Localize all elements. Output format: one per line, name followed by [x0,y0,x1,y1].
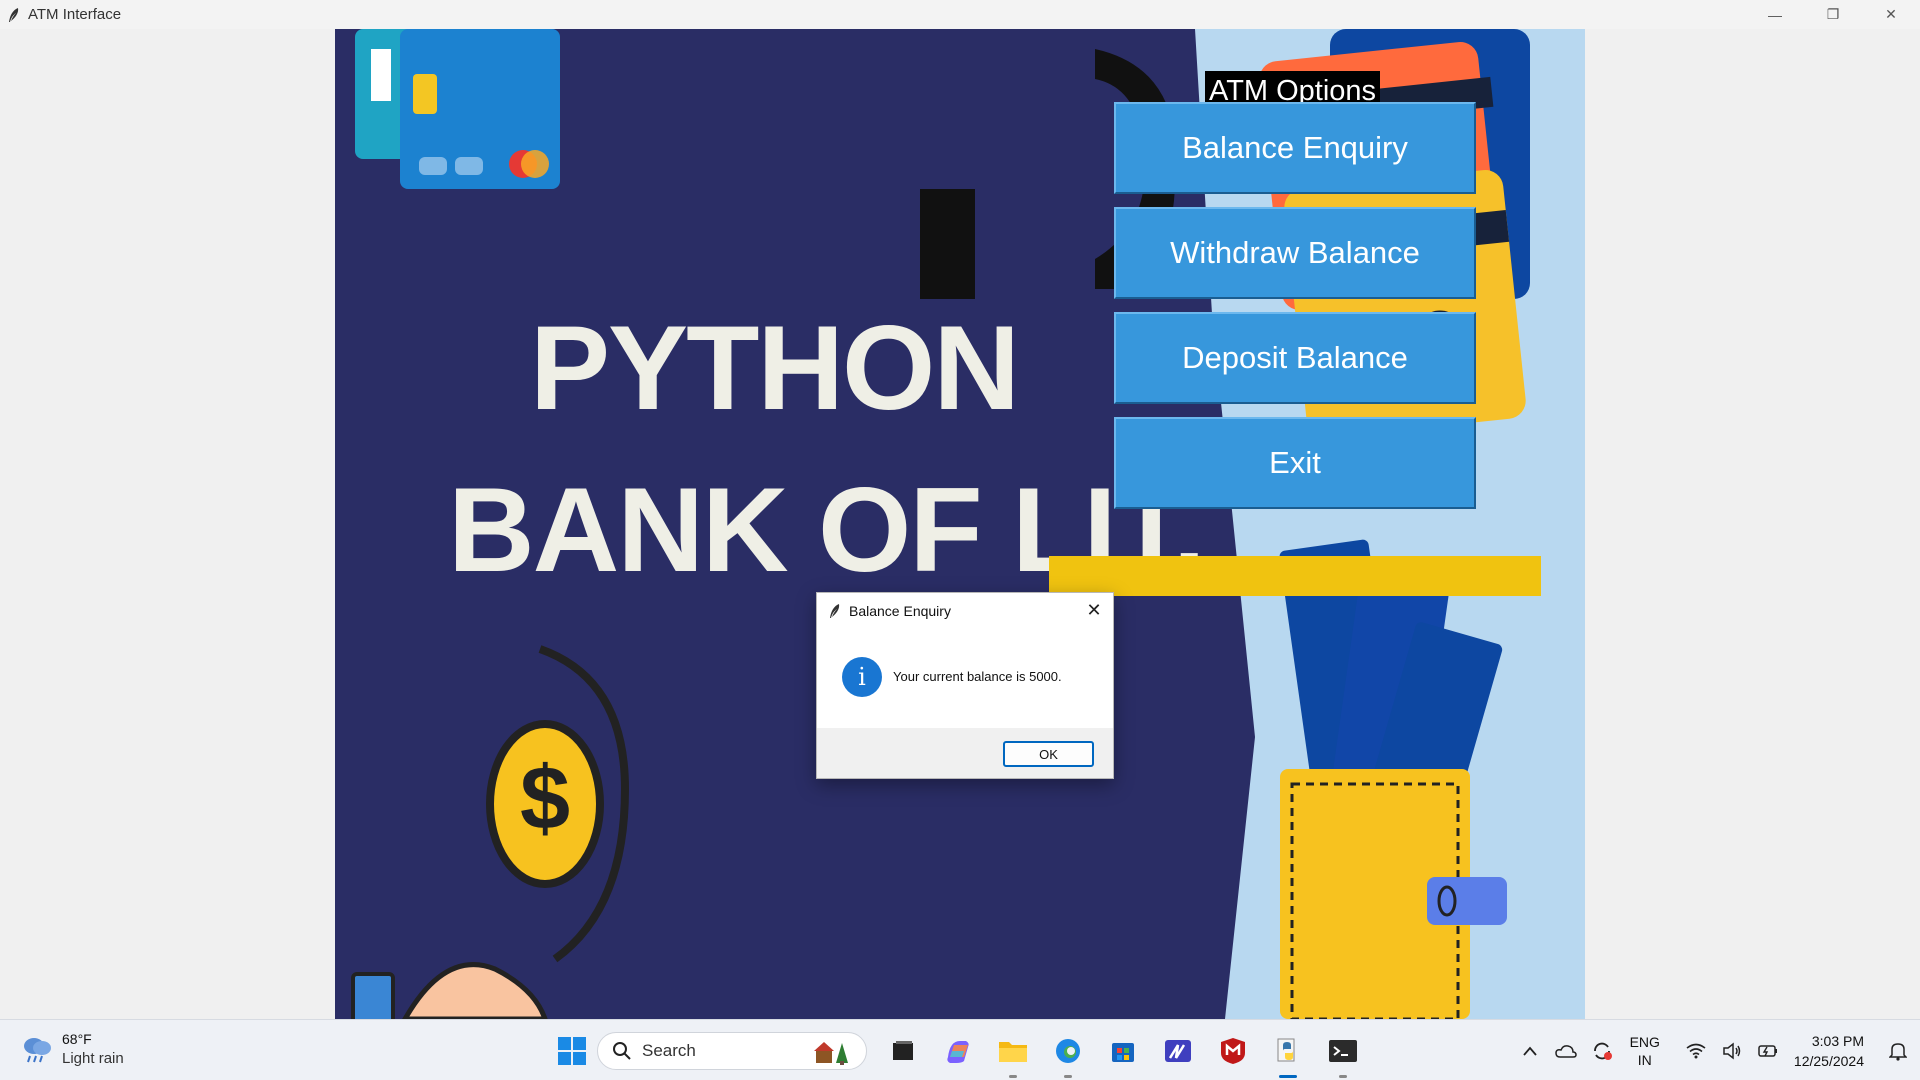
ok-button[interactable]: OK [1003,741,1094,767]
task-view-icon[interactable] [884,1032,922,1070]
dialog-close-button[interactable]: ✕ [1085,600,1103,620]
taskbar-apps: Search [553,1032,1362,1078]
restore-button[interactable]: ❐ [1804,0,1862,29]
running-indicator [1339,1075,1347,1078]
copilot-icon[interactable] [939,1032,977,1070]
dialog-message: Your current balance is 5000. [893,669,1062,684]
editor-icon[interactable] [1159,1032,1197,1070]
background-canvas: $ PYTHON BANK OF LIT. ATM Options Balanc… [335,29,1585,1019]
language-code: ENG [1629,1033,1660,1050]
chevron-up-icon[interactable] [1516,1037,1544,1065]
wifi-icon[interactable] [1682,1037,1710,1065]
volume-icon[interactable] [1718,1037,1746,1065]
language-indicator[interactable]: ENG IN [1630,1033,1660,1069]
dialog-titlebar: Balance Enquiry ✕ [817,593,1113,628]
feather-icon [9,7,19,22]
clock[interactable]: 3:03 PM 12/25/2024 [1794,1031,1864,1071]
dialog-body: i Your current balance is 5000. [817,628,1113,728]
battery-icon[interactable] [1754,1037,1782,1065]
store-icon[interactable] [1104,1032,1142,1070]
poster-python-text: PYTHON [530,301,1020,435]
clock-date: 12/25/2024 [1793,1052,1864,1069]
search-placeholder: Search [642,1041,696,1060]
clock-time: 3:03 PM [1811,1032,1864,1049]
accent-bar [1049,556,1541,596]
client-area: $ PYTHON BANK OF LIT. ATM Options Balanc… [0,29,1920,1019]
weather-temperature: 68°F [62,1031,92,1047]
terminal-icon[interactable] [1324,1032,1362,1078]
balance-enquiry-button[interactable]: Balance Enquiry [1114,102,1476,194]
search-icon [613,1042,631,1060]
python-icon[interactable] [1269,1032,1307,1078]
close-window-button[interactable]: ✕ [1862,0,1920,29]
start-button[interactable] [553,1032,591,1070]
window-title: ATM Interface [28,6,122,23]
dialog-title: Balance Enquiry [849,602,951,619]
active-indicator [1279,1075,1297,1078]
holiday-house-icon [814,1042,848,1065]
balance-enquiry-dialog: Balance Enquiry ✕ i Your current balance… [816,592,1114,779]
window-titlebar: ATM Interface — ❐ ✕ [0,0,1920,29]
rain-cloud-icon [24,1038,51,1063]
edge-icon[interactable] [1049,1032,1087,1078]
taskbar: 68°F Light rain Search ENG IN 3:03 PM 12… [0,1019,1920,1080]
windows-logo-icon [558,1037,586,1065]
deposit-balance-button[interactable]: Deposit Balance [1114,312,1476,404]
info-icon: i [842,657,882,697]
mcafee-icon[interactable] [1214,1032,1252,1070]
running-indicator [1064,1075,1072,1078]
running-indicator [1009,1075,1017,1078]
region-code: IN [1637,1051,1652,1068]
minimize-button[interactable]: — [1746,0,1804,29]
weather-widget[interactable]: 68°F Light rain [20,1030,124,1068]
svg-text:$: $ [520,749,570,849]
weather-condition: Light rain [62,1050,124,1067]
taskbar-search[interactable]: Search [597,1032,867,1070]
notification-bell-icon[interactable] [1884,1037,1912,1065]
sync-icon[interactable] [1588,1037,1616,1065]
file-explorer-icon[interactable] [994,1032,1032,1078]
system-tray: ENG IN 3:03 PM 12/25/2024 [1508,1020,1920,1080]
feather-icon [830,603,840,618]
withdraw-balance-button[interactable]: Withdraw Balance [1114,207,1476,299]
onedrive-icon[interactable] [1552,1037,1580,1065]
window-controls: — ❐ ✕ [1746,0,1920,29]
exit-button[interactable]: Exit [1114,417,1476,509]
